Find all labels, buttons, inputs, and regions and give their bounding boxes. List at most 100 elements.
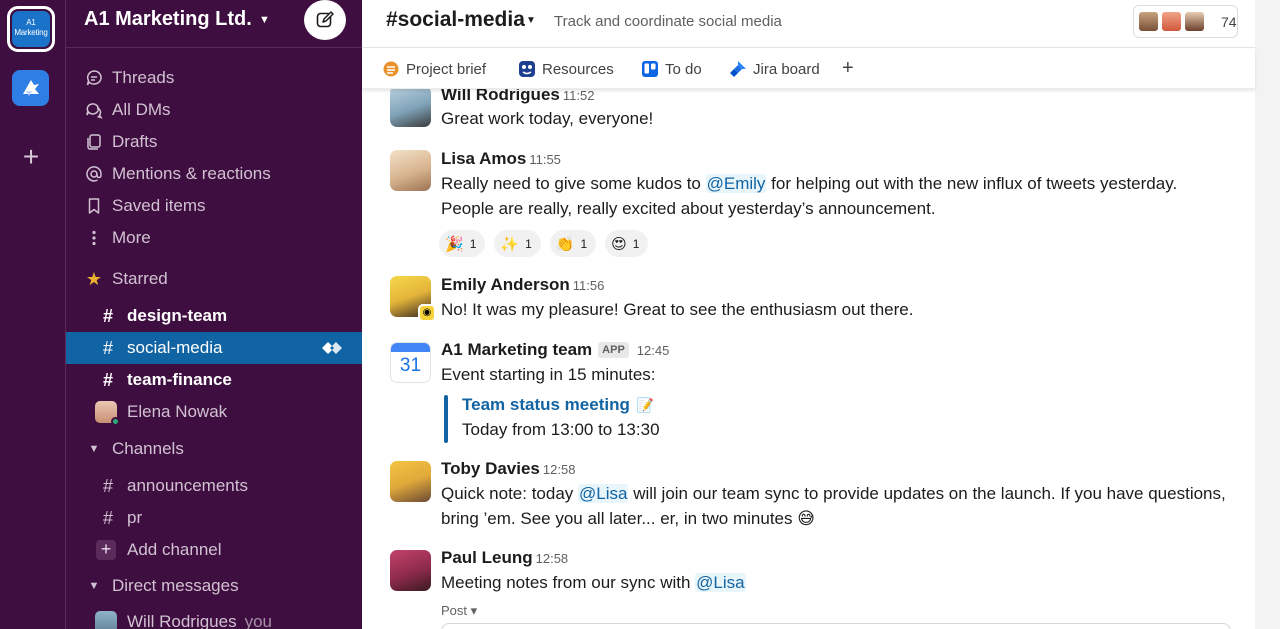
sidebar-dm-will-rodrigues[interactable]: Will Rodrigues you	[66, 606, 363, 629]
heart-eyes-icon: 😍	[611, 235, 627, 253]
dm-label: Elena Nowak	[127, 402, 228, 421]
message-author[interactable]: Paul Leung 12:58	[441, 548, 568, 568]
reaction-sparkles[interactable]: ✨ 1	[494, 230, 541, 257]
message-author[interactable]: Toby Davies 12:58	[441, 459, 575, 479]
add-workspace-button[interactable]: +	[20, 143, 42, 171]
message-author[interactable]: A1 Marketing team APP 12:45	[441, 340, 669, 360]
message-author[interactable]: Lisa Amos 11:55	[441, 149, 561, 169]
message-text: Event starting in 15 minutes:	[441, 365, 656, 384]
section-starred[interactable]: ★ Starred	[66, 264, 363, 294]
add-channel-button[interactable]: + Add channel	[66, 534, 363, 566]
tab-to-do[interactable]: To do	[641, 58, 702, 80]
tab-resources[interactable]: Resources	[518, 58, 614, 80]
mention-lisa[interactable]: @Lisa	[578, 484, 629, 503]
channel-tabs: Project brief Resources To do Jira board	[362, 49, 1255, 89]
more-icon	[84, 228, 104, 248]
message-text: Great work today, everyone!	[441, 109, 654, 128]
sidebar-channel-design-team[interactable]: # design-team	[66, 300, 363, 332]
message-author[interactable]: Emily Anderson 11:56	[441, 275, 604, 295]
you-tag: you	[244, 612, 273, 629]
hash-icon: #	[102, 475, 113, 496]
calendar-app-icon[interactable]: 31	[390, 342, 431, 383]
reaction-heart-eyes[interactable]: 😍 1	[605, 230, 649, 257]
channel-name-button[interactable]: #social-media	[386, 8, 525, 32]
chevron-down-icon[interactable]: ▼	[259, 14, 270, 26]
add-tab-button[interactable]: +	[842, 57, 854, 80]
hash-icon: #	[102, 337, 113, 358]
compose-button[interactable]	[304, 0, 346, 40]
message-text-line2: People are really, really excited about …	[441, 199, 936, 218]
reaction-count: 1	[632, 236, 640, 251]
trello-icon	[641, 60, 659, 78]
tab-project-brief[interactable]: Project brief	[382, 58, 486, 80]
sidebar-channel-social-media[interactable]: # social-media	[66, 332, 363, 364]
mention-lisa[interactable]: @Lisa	[695, 573, 746, 592]
message-timestamp[interactable]: 11:56	[573, 278, 605, 293]
avatar[interactable]	[390, 550, 431, 591]
section-dms-title: Direct messages	[112, 576, 239, 595]
drafts-icon	[84, 132, 104, 152]
avatar	[95, 611, 117, 629]
avatar[interactable]	[390, 461, 431, 502]
nav-more-label: More	[112, 228, 151, 247]
author-name[interactable]: Emily Anderson	[441, 275, 570, 294]
event-link[interactable]: Team status meeting 📝	[462, 395, 654, 415]
message-timestamp[interactable]: 11:55	[529, 152, 561, 167]
sidebar-channel-pr[interactable]: # pr	[66, 502, 363, 534]
avatar[interactable]	[390, 150, 431, 191]
members-button[interactable]: 74	[1133, 5, 1238, 38]
section-channels-title: Channels	[112, 439, 184, 458]
channel-label: announcements	[127, 476, 248, 495]
channel-label: social-media	[127, 338, 223, 357]
avatar[interactable]	[390, 86, 431, 127]
workspace-switcher-a1-marketing[interactable]: A1 Marketing	[7, 6, 55, 52]
nav-drafts[interactable]: Drafts	[66, 128, 363, 156]
message-text-line2: bring ’em. See you all later... er, in t…	[441, 509, 815, 528]
post-attachment-card[interactable]	[441, 623, 1231, 629]
tada-icon: 🎉	[445, 235, 464, 253]
channel-sidebar: A1 Marketing Ltd. ▼ Threads All DMs Draf…	[65, 0, 363, 629]
nav-threads[interactable]: Threads	[66, 64, 363, 92]
author-name[interactable]: A1 Marketing team	[441, 340, 592, 359]
reaction-clap[interactable]: 👏 1	[549, 230, 597, 257]
workspace-header: A1 Marketing Ltd. ▼	[66, 0, 363, 48]
message-timestamp[interactable]: 12:45	[637, 343, 670, 358]
author-name[interactable]: Lisa Amos	[441, 149, 526, 168]
hash-icon: #	[102, 507, 113, 528]
message-timestamp[interactable]: 12:58	[543, 462, 576, 477]
message-timestamp[interactable]: 11:52	[563, 88, 595, 103]
message-text: Quick note: today @Lisa will join our te…	[441, 484, 1226, 504]
avatar[interactable]: ◉	[390, 276, 436, 322]
tab-jira-board[interactable]: Jira board	[729, 58, 820, 80]
compose-icon	[316, 11, 334, 28]
nav-all-dms[interactable]: All DMs	[66, 96, 363, 124]
sidebar-channel-announcements[interactable]: # announcements	[66, 470, 363, 502]
caret-down-icon: ▼	[88, 580, 100, 592]
nav-more[interactable]: More	[66, 224, 363, 252]
nav-threads-label: Threads	[112, 68, 175, 87]
post-attachment-label[interactable]: Post ▾	[441, 603, 477, 619]
sidebar-dm-elena-nowak[interactable]: Elena Nowak	[66, 396, 363, 428]
dm-label: Will Rodrigues	[127, 612, 237, 629]
channel-view: #social-media ▼ Track and coordinate soc…	[362, 0, 1255, 629]
channel-topic[interactable]: Track and coordinate social media	[554, 13, 782, 30]
workspace-name-button[interactable]: A1 Marketing Ltd.	[84, 8, 252, 31]
mention-emily[interactable]: @Emily	[705, 174, 767, 193]
message-text: Meeting notes from our sync with @Lisa	[441, 573, 746, 593]
reaction-count: 1	[469, 236, 477, 251]
nav-mentions-reactions[interactable]: Mentions & reactions	[66, 160, 363, 188]
add-channel-label: Add channel	[127, 540, 222, 559]
sidebar-channel-team-finance[interactable]: # team-finance	[66, 364, 363, 396]
caret-down-icon: ▼	[88, 443, 100, 455]
reaction-tada[interactable]: 🎉 1	[439, 230, 486, 257]
nav-saved-items[interactable]: Saved items	[66, 192, 363, 220]
section-channels[interactable]: ▼ Channels	[66, 434, 363, 464]
secondary-workspace-button[interactable]	[12, 70, 49, 106]
chevron-down-icon[interactable]: ▼	[526, 15, 536, 26]
author-name[interactable]: Toby Davies	[441, 459, 540, 478]
hash-icon: #	[102, 305, 113, 326]
section-direct-messages[interactable]: ▼ Direct messages	[66, 571, 363, 601]
event-title[interactable]: Team status meeting	[462, 395, 630, 414]
message-timestamp[interactable]: 12:58	[536, 551, 569, 566]
author-name[interactable]: Paul Leung	[441, 548, 533, 567]
